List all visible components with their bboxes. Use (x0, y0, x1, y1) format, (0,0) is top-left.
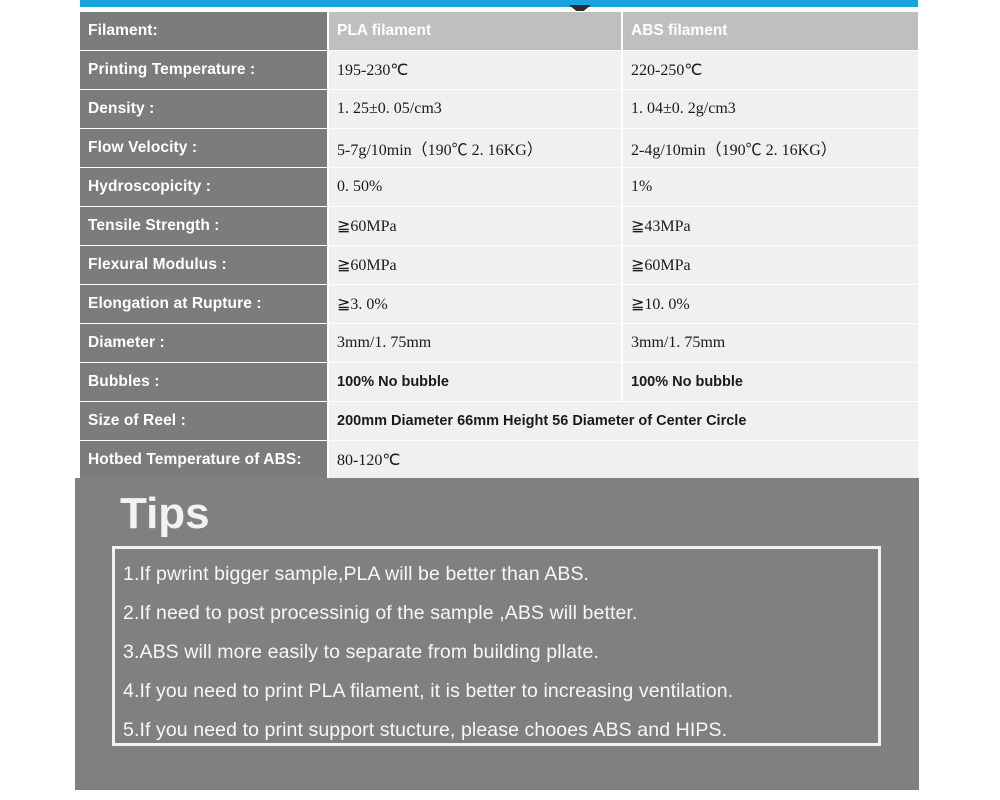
spec-value-pla: 1. 25±0. 05/cm3 (328, 89, 623, 129)
tips-box: 1.If pwrint bigger sample,PLA will be be… (112, 546, 881, 746)
spec-value-pla: 195-230℃ (328, 50, 623, 90)
spec-label-cell: Flexural Modulus : (80, 245, 329, 285)
spec-value-abs: 1. 04±0. 2g/cm3 (622, 89, 918, 129)
table-row: Flexural Modulus : ≧60MPa ≧60MPa (80, 245, 918, 285)
spec-value-abs: 3mm/1. 75mm (622, 323, 918, 363)
spec-value-pla: 80-120℃ (328, 440, 918, 480)
spec-value-pla: 0. 50% (328, 167, 623, 207)
spec-label-cell: Diameter : (80, 323, 329, 363)
tips-panel: Tips 1.If pwrint bigger sample,PLA will … (75, 478, 919, 790)
table-row: Density :1. 25±0. 05/cm3 1. 04±0. 2g/cm3 (80, 89, 918, 129)
tips-line: 2.If need to post processinig of the sam… (123, 602, 638, 624)
spec-value-pla: ≧60MPa (328, 245, 623, 285)
tips-line: 4.If you need to print PLA filament, it … (123, 680, 734, 702)
table-row: Flow Velocity :5-7g/10min（190℃ 2. 16KG） 2… (80, 128, 918, 168)
filament-spec-table: Filament: PLA filament ABS filament Printin… (80, 11, 918, 480)
spec-value-abs: ≧60MPa (622, 245, 918, 285)
spec-value-pla: 200mm Diameter 66mm Height 56 Diameter o… (328, 401, 918, 441)
table-row: Elongation at Rupture : ≧3. 0% ≧10. 0% (80, 284, 918, 324)
table-row: Hotbed Temperature of ABS: 80-120℃ (80, 440, 918, 480)
spec-value-abs: 2-4g/10min（190℃ 2. 16KG） (622, 128, 918, 168)
table-row: Tensile Strength : ≧60MPa ≧43MPa (80, 206, 918, 246)
spec-label-cell: Density : (80, 89, 329, 129)
tips-line: 1.If pwrint bigger sample,PLA will be be… (123, 563, 590, 585)
table-row: Size of Reel :200mm Diameter 66mm Height… (80, 401, 918, 441)
spec-label-cell: Elongation at Rupture : (80, 284, 329, 324)
table-row: Bubbles :100% No bubble 100% No bubble (80, 362, 918, 402)
table-row: Printing Temperature :195-230℃ 220-250℃ (80, 50, 918, 90)
tips-line: 3.ABS will more easily to separate from … (123, 641, 599, 663)
spec-value-abs: ≧10. 0% (622, 284, 918, 324)
spec-label-cell: Tensile Strength : (80, 206, 329, 246)
spec-value-abs: 220-250℃ (622, 50, 918, 90)
tips-title: Tips (120, 489, 210, 538)
top-accent-bar (80, 0, 918, 14)
table-row: Hydroscopicity :0. 50% 1% (80, 167, 918, 207)
spec-value-abs: ≧43MPa (622, 206, 918, 246)
spec-value-pla: ≧3. 0% (328, 284, 623, 324)
spec-label-cell: Filament: (80, 11, 329, 51)
table-row: Filament: PLA filament ABS filament (80, 11, 918, 51)
page-root: Filament: PLA filament ABS filament Printin… (0, 0, 1000, 800)
spec-label-cell: Hotbed Temperature of ABS: (80, 440, 329, 480)
spec-label-cell: Size of Reel : (80, 401, 329, 441)
spec-label-cell: Printing Temperature : (80, 50, 329, 90)
spec-value-abs: 1% (622, 167, 918, 207)
spec-value-pla: 5-7g/10min（190℃ 2. 16KG） (328, 128, 623, 168)
spec-value-pla: 3mm/1. 75mm (328, 323, 623, 363)
spec-label-cell: Flow Velocity : (80, 128, 329, 168)
spec-value-pla: ≧60MPa (328, 206, 623, 246)
tips-line: 5.If you need to print support stucture,… (123, 719, 728, 741)
spec-value-pla: PLA filament (328, 11, 623, 51)
spec-value-pla: 100% No bubble (328, 362, 623, 402)
spec-label-cell: Hydroscopicity : (80, 167, 329, 207)
table-row: Diameter :3mm/1. 75mm 3mm/1. 75mm (80, 323, 918, 363)
spec-label-cell: Bubbles : (80, 362, 329, 402)
spec-value-abs: ABS filament (622, 11, 918, 51)
spec-table-body: Filament: PLA filament ABS filament Printin… (80, 11, 918, 480)
spec-value-abs: 100% No bubble (622, 362, 918, 402)
